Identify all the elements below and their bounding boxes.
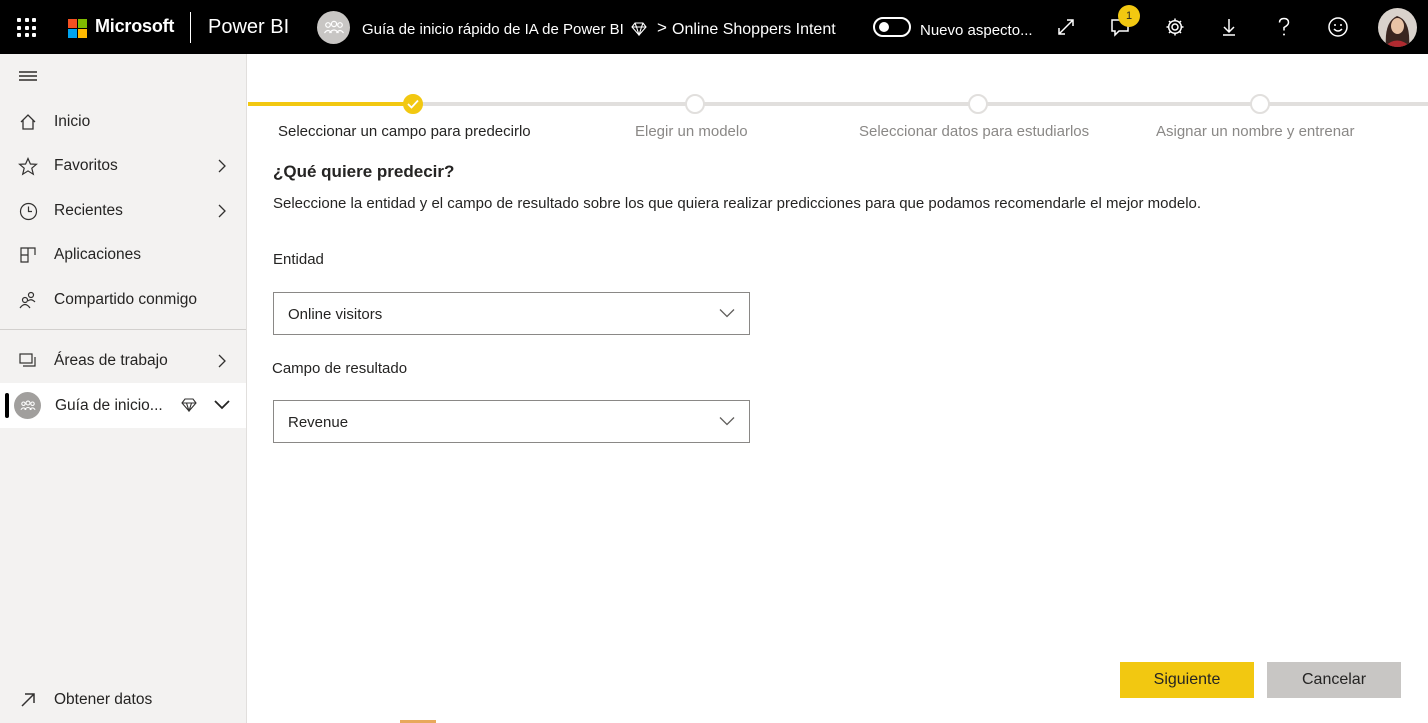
sidebar-item-label: Áreas de trabajo — [54, 352, 168, 369]
step-choose-model[interactable]: Elegir un modelo — [635, 123, 748, 140]
help-icon[interactable] — [1272, 15, 1296, 39]
sidebar-item-apps[interactable]: Aplicaciones — [0, 233, 246, 277]
premium-diamond-icon — [181, 398, 197, 417]
step-name-and-train[interactable]: Asignar un nombre y entrenar — [1156, 123, 1354, 140]
sidebar-item-label: Inicio — [54, 113, 91, 130]
shared-with-me-icon — [17, 289, 39, 311]
outcome-field-label: Campo de resultado — [272, 360, 408, 377]
sidebar-item-recent[interactable]: Recientes — [0, 189, 246, 233]
cancel-button[interactable]: Cancelar — [1267, 662, 1401, 698]
download-icon[interactable] — [1217, 15, 1241, 39]
chevron-right-icon[interactable] — [214, 158, 230, 174]
sidebar-item-label: Favoritos — [54, 157, 118, 174]
microsoft-logo — [68, 19, 87, 38]
sidebar-item-workspaces[interactable]: Áreas de trabajo — [0, 339, 246, 383]
breadcrumb-separator: > — [657, 18, 667, 37]
waffle-icon[interactable] — [17, 18, 36, 37]
apps-icon — [17, 244, 39, 266]
next-button[interactable]: Siguiente — [1120, 662, 1254, 698]
page-description: Seleccione la entidad y el campo de resu… — [273, 195, 1202, 212]
brand-divider — [190, 12, 191, 43]
step-completed-check-icon — [403, 94, 423, 114]
sidebar-item-label: Compartido conmigo — [54, 291, 198, 308]
product-name[interactable]: Power BI — [208, 16, 289, 39]
breadcrumb-workspace[interactable]: Guía de inicio rápido de IA de Power BI — [362, 21, 624, 38]
step-pending-dot — [685, 94, 705, 114]
main-content: Seleccionar un campo para predecirlo Ele… — [248, 54, 1428, 723]
entity-dropdown-value: Online visitors — [288, 306, 383, 323]
workspace-avatar-icon — [14, 392, 41, 419]
chevron-right-icon[interactable] — [214, 203, 230, 219]
breadcrumb-report[interactable]: Online Shoppers Intent — [672, 21, 836, 39]
entity-dropdown[interactable]: Online visitors — [273, 292, 750, 335]
wizard-progress-fill — [248, 102, 413, 106]
brand-name: Microsoft — [95, 16, 175, 36]
sidebar-item-label: Recientes — [54, 202, 123, 219]
new-look-toggle[interactable] — [873, 17, 911, 37]
chevron-down-icon — [719, 309, 735, 318]
premium-diamond-icon — [631, 22, 647, 41]
step-pending-dot — [968, 94, 988, 114]
chevron-down-icon — [719, 417, 735, 426]
sidebar-divider — [0, 329, 246, 330]
star-icon — [17, 155, 39, 177]
feedback-smiley-icon[interactable] — [1326, 15, 1350, 39]
sidebar-item-active-workspace[interactable]: Guía de inicio... — [0, 383, 246, 428]
arrow-up-right-icon — [17, 689, 39, 711]
active-indicator — [5, 393, 9, 418]
get-data-label: Obtener datos — [54, 691, 153, 708]
chevron-down-icon[interactable] — [213, 397, 231, 418]
active-workspace-label: Guía de inicio... — [55, 397, 163, 414]
sidebar-item-shared[interactable]: Compartido conmigo — [0, 278, 246, 322]
sidebar-item-label: Aplicaciones — [54, 246, 142, 263]
expand-icon[interactable] — [1054, 15, 1078, 39]
step-pending-dot — [1250, 94, 1270, 114]
new-look-label: Nuevo aspecto... — [920, 22, 1033, 39]
home-icon — [17, 111, 39, 133]
clock-icon — [17, 200, 39, 222]
page-title: ¿Qué quiere predecir? — [273, 162, 455, 181]
get-data-button[interactable]: Obtener datos — [0, 678, 246, 722]
settings-icon[interactable] — [1163, 15, 1187, 39]
outcome-dropdown-value: Revenue — [288, 414, 349, 431]
outcome-field-dropdown[interactable]: Revenue — [273, 400, 750, 443]
workspace-avatar-icon — [317, 11, 350, 44]
hamburger-menu-icon[interactable] — [19, 71, 37, 83]
sidebar-item-favorites[interactable]: Favoritos — [0, 144, 246, 188]
notification-count-badge: 1 — [1118, 5, 1140, 27]
step-select-field[interactable]: Seleccionar un campo para predecirlo — [278, 123, 531, 140]
sidebar: Inicio Favoritos Recientes Aplicaciones … — [0, 54, 247, 723]
sidebar-item-home[interactable]: Inicio — [0, 100, 246, 144]
workspaces-icon — [17, 350, 39, 372]
chevron-right-icon[interactable] — [214, 353, 230, 369]
entity-label: Entidad — [273, 251, 324, 268]
top-bar: Microsoft Power BI Guía de inicio rápido… — [0, 0, 1428, 54]
step-select-data[interactable]: Seleccionar datos para estudiarlos — [859, 123, 1089, 140]
user-avatar[interactable] — [1378, 8, 1417, 47]
